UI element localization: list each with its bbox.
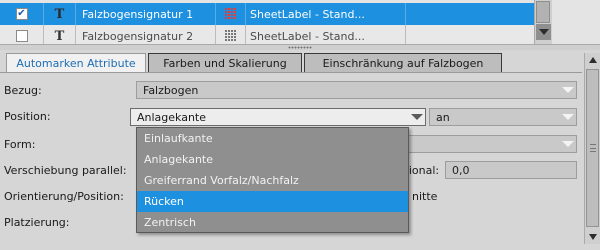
grid-dots-icon bbox=[216, 3, 246, 25]
chevron-down-icon bbox=[538, 29, 549, 35]
row-empty-cell bbox=[406, 25, 534, 44]
dropdown-option-greiferrand[interactable]: Greiferrand Vorfalz/Nachfalz bbox=[137, 170, 408, 191]
grid-dots-icon bbox=[216, 25, 246, 44]
bezug-label: Bezug: bbox=[4, 84, 42, 97]
verschiebung-parallel-label: Verschiebung parallel: bbox=[4, 164, 127, 177]
orientierung-suffix-label: nitte bbox=[412, 190, 438, 203]
scrollbar-thumb[interactable] bbox=[536, 1, 550, 23]
form-scrollbar[interactable] bbox=[584, 53, 600, 244]
row-name: Falzbogensignatur 2 bbox=[76, 25, 216, 44]
position-side-value: an bbox=[436, 110, 450, 124]
position-label: Position: bbox=[4, 110, 51, 123]
bezug-select[interactable]: Falzbogen bbox=[136, 81, 577, 99]
table-row[interactable]: T Falzbogensignatur 2 SheetLabel - Stand… bbox=[0, 25, 534, 44]
dropdown-option-zentrisch[interactable]: Zentrisch bbox=[137, 212, 408, 233]
dropdown-option-anlagekante[interactable]: Anlagekante bbox=[137, 149, 408, 170]
panel-splitter[interactable] bbox=[0, 44, 600, 50]
row-empty-cell bbox=[406, 3, 534, 25]
signature-table: ✔ T Falzbogensignatur 1 SheetLabel - Sta… bbox=[0, 0, 600, 44]
dropdown-option-einlaufkante[interactable]: Einlaufkante bbox=[137, 128, 408, 149]
tab-einschraenkung-auf-falzbogen[interactable]: Einschränkung auf Falzbogen bbox=[304, 53, 502, 73]
row-name: Falzbogensignatur 1 bbox=[76, 3, 216, 25]
splitter-grip-icon[interactable] bbox=[288, 46, 312, 49]
tab-automarken-attribute[interactable]: Automarken Attribute bbox=[6, 53, 146, 73]
chevron-down-icon[interactable] bbox=[560, 136, 576, 152]
chevron-down-icon bbox=[588, 234, 597, 240]
chevron-down-icon[interactable] bbox=[560, 82, 576, 98]
scroll-down-button[interactable] bbox=[585, 230, 600, 244]
orientierung-position-label: Orientierung/Position: bbox=[4, 190, 124, 203]
scroll-down-button[interactable] bbox=[536, 24, 551, 40]
thumb-grip-icon bbox=[590, 144, 596, 152]
chevron-down-icon[interactable] bbox=[560, 109, 576, 125]
position-value: Anlagekante bbox=[137, 110, 207, 124]
row-checkbox[interactable] bbox=[15, 30, 28, 42]
scroll-up-button[interactable] bbox=[585, 53, 600, 67]
position-dropdown-list[interactable]: Einlaufkante Anlagekante Greiferrand Vor… bbox=[136, 127, 409, 233]
chevron-up-icon bbox=[588, 57, 597, 63]
dropdown-option-ruecken[interactable]: Rücken bbox=[137, 191, 408, 212]
text-type-icon: T bbox=[44, 25, 76, 44]
checkbox-cell[interactable]: ✔ bbox=[0, 3, 44, 25]
scrollbar-thumb[interactable] bbox=[586, 69, 599, 227]
chevron-down-icon[interactable] bbox=[409, 109, 425, 125]
platzierung-label: Platzierung: bbox=[4, 216, 70, 229]
tab-farben-und-skalierung[interactable]: Farben und Skalierung bbox=[148, 53, 302, 73]
bezug-value: Falzbogen bbox=[143, 83, 199, 97]
table-scrollbar[interactable] bbox=[534, 0, 552, 44]
row-label: SheetLabel - Stand... bbox=[246, 3, 406, 25]
position-side-select[interactable]: an bbox=[429, 108, 577, 126]
row-checkbox[interactable]: ✔ bbox=[15, 8, 28, 20]
checkbox-cell[interactable] bbox=[0, 25, 44, 44]
form-label: Form: bbox=[4, 138, 36, 151]
text-type-icon: T bbox=[44, 3, 76, 25]
position-select[interactable]: Anlagekante bbox=[130, 108, 426, 126]
tab-bar: Automarken Attribute Farben und Skalieru… bbox=[6, 53, 504, 73]
tab-divider bbox=[0, 72, 582, 73]
table-row[interactable]: ✔ T Falzbogensignatur 1 SheetLabel - Sta… bbox=[0, 3, 534, 25]
verschiebung-vertikal-input[interactable]: 0,0 bbox=[445, 161, 577, 179]
row-label: SheetLabel - Stand... bbox=[246, 25, 406, 44]
